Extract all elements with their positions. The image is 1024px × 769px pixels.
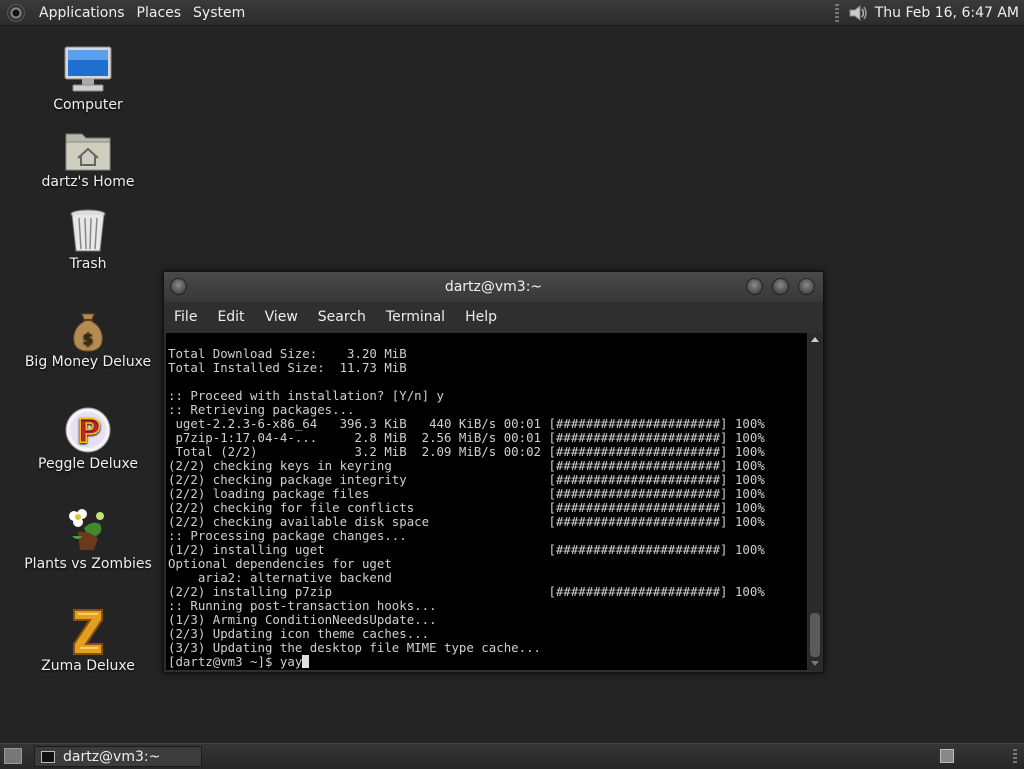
- terminal-line: aria2: alternative backend: [168, 570, 392, 585]
- desktop-icon-label: Big Money Deluxe: [24, 354, 152, 370]
- desktop-icon-trash[interactable]: Trash: [18, 208, 158, 272]
- scroll-thumb[interactable]: [810, 613, 820, 657]
- distro-logo-icon[interactable]: [7, 3, 25, 22]
- desktop-icon-pvz[interactable]: Plants vs Zombies: [18, 506, 158, 572]
- scroll-down-icon[interactable]: [811, 661, 819, 666]
- desktop-icon-label: Peggle Deluxe: [38, 456, 138, 472]
- terminal-output[interactable]: Total Download Size: 3.20 MiB Total Insta…: [166, 333, 807, 670]
- terminal-line: Total Installed Size: 11.73 MiB: [168, 360, 407, 375]
- terminal-line: (2/3) Updating icon theme caches...: [168, 626, 430, 641]
- taskbar-terminal-button[interactable]: dartz@vm3:~: [34, 746, 202, 767]
- zuma-icon: [73, 609, 103, 655]
- terminal-line: Total Download Size: 3.20 MiB: [168, 346, 407, 361]
- window-title: dartz@vm3:~: [444, 279, 543, 295]
- menu-search[interactable]: Search: [308, 309, 376, 325]
- terminal-line: p7zip-1:17.04-4-... 2.8 MiB 2.56 MiB/s 0…: [168, 430, 765, 445]
- desktop-icon-label: Computer: [53, 97, 123, 113]
- top-panel: Applications Places System Thu Feb 16, 6…: [0, 0, 1024, 26]
- maximize-icon[interactable]: [772, 278, 789, 295]
- svg-text:$: $: [82, 329, 93, 348]
- volume-icon[interactable]: [847, 3, 869, 23]
- places-menu[interactable]: Places: [131, 5, 188, 21]
- show-desktop-icon[interactable]: [4, 748, 22, 764]
- desktop-icon-home[interactable]: dartz's Home: [18, 128, 158, 190]
- panel-handle[interactable]: [1013, 749, 1017, 765]
- terminal-scrollbar[interactable]: [808, 333, 822, 670]
- menu-help[interactable]: Help: [455, 309, 507, 325]
- terminal-line: (2/2) checking for file conflicts [#####…: [168, 500, 765, 515]
- terminal-line: Total (2/2) 3.2 MiB 2.09 MiB/s 00:02 [##…: [168, 444, 765, 459]
- bottom-panel: dartz@vm3:~: [0, 743, 1024, 769]
- terminal-line: [dartz@vm3 ~]$ yay: [166, 655, 807, 669]
- window-titlebar[interactable]: dartz@vm3:~: [164, 272, 823, 302]
- terminal-line: (2/2) checking package integrity [######…: [168, 472, 765, 487]
- menu-view[interactable]: View: [255, 309, 308, 325]
- desktop-icon-computer[interactable]: Computer: [18, 45, 158, 113]
- system-menu[interactable]: System: [187, 5, 251, 21]
- desktop-icon-label: Plants vs Zombies: [24, 556, 152, 572]
- clock[interactable]: Thu Feb 16, 6:47 AM: [875, 5, 1019, 21]
- terminal-line: :: Processing package changes...: [168, 528, 407, 543]
- desktop-icon-peggle[interactable]: P Peggle Deluxe: [18, 406, 158, 472]
- terminal-line: (1/3) Arming ConditionNeedsUpdate...: [168, 612, 437, 627]
- peggle-icon: P: [65, 407, 111, 453]
- terminal-line: uget-2.2.3-6-x86_64 396.3 KiB 440 KiB/s …: [168, 416, 765, 431]
- terminal-line: (1/2) installing uget [#################…: [168, 542, 765, 557]
- terminal-line: (2/2) checking keys in keyring [########…: [168, 458, 765, 473]
- home-folder-icon: [65, 133, 111, 171]
- desktop-icon-label: Trash: [69, 256, 107, 272]
- menu-terminal[interactable]: Terminal: [376, 309, 455, 325]
- terminal-icon: [41, 750, 55, 763]
- terminal-line: :: Running post-transaction hooks...: [168, 598, 437, 613]
- menu-file[interactable]: File: [164, 309, 207, 325]
- terminal-line: (2/2) installing p7zip [################…: [168, 584, 765, 599]
- taskbar-label: dartz@vm3:~: [63, 748, 161, 765]
- workspace-switcher[interactable]: [940, 749, 954, 763]
- plants-icon: [69, 509, 104, 550]
- terminal-line: :: Retrieving packages...: [168, 402, 355, 417]
- window-menubar: File Edit View Search Terminal Help: [164, 302, 823, 332]
- scroll-up-icon[interactable]: [811, 337, 819, 342]
- window-menu-icon[interactable]: [170, 278, 187, 295]
- trash-icon: [70, 209, 106, 252]
- terminal-cursor: [302, 655, 310, 668]
- terminal-line: (2/2) loading package files [###########…: [168, 486, 765, 501]
- svg-text:P: P: [77, 412, 100, 450]
- terminal-window[interactable]: dartz@vm3:~ File Edit View Search Termin…: [163, 271, 824, 673]
- money-bag-icon: $: [73, 313, 103, 352]
- terminal-line: (2/2) checking available disk space [###…: [168, 514, 765, 529]
- menu-edit[interactable]: Edit: [207, 309, 254, 325]
- desktop-icon-big-money[interactable]: $ Big Money Deluxe: [18, 310, 158, 370]
- desktop-icon-zuma[interactable]: Zuma Deluxe: [18, 606, 158, 674]
- computer-icon: [64, 46, 112, 92]
- top-panel-tray: Thu Feb 16, 6:47 AM: [834, 0, 1024, 25]
- desktop-icon-label: Zuma Deluxe: [41, 658, 135, 674]
- panel-handle[interactable]: [834, 3, 839, 22]
- terminal-line: :: Proceed with installation? [Y/n] y: [168, 388, 445, 403]
- desktop-icon-label: dartz's Home: [41, 174, 135, 190]
- minimize-icon[interactable]: [746, 278, 763, 295]
- terminal-line: (3/3) Updating the desktop file MIME typ…: [168, 640, 541, 655]
- terminal-line: Optional dependencies for uget: [168, 556, 392, 571]
- applications-menu[interactable]: Applications: [33, 5, 131, 21]
- close-icon[interactable]: [798, 278, 815, 295]
